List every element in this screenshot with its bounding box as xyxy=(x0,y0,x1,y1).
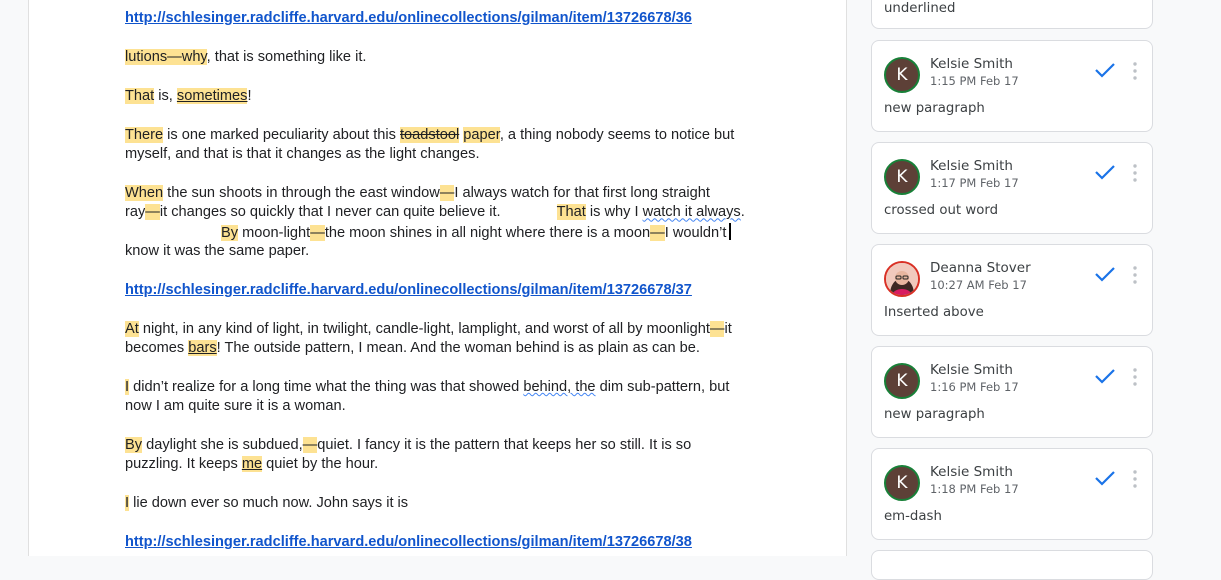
highlighted-underlined-text[interactable]: bars xyxy=(188,340,217,357)
portrait-icon xyxy=(886,263,918,295)
highlighted-em-dash[interactable]: — xyxy=(145,204,160,221)
comment-text: crossed out word xyxy=(884,203,999,218)
highlighted-em-dash[interactable]: — xyxy=(310,224,325,241)
comment-card[interactable]: K Kelsie Smith 1:18 PM Feb 17 em-dash xyxy=(871,448,1153,540)
comment-card[interactable]: Deanna Stover 10:27 AM Feb 17 Inserted a… xyxy=(871,244,1153,336)
comment-card[interactable]: K Kelsie Smith 1:16 PM Feb 17 new paragr… xyxy=(871,346,1153,438)
comment-text: em-dash xyxy=(884,509,942,524)
comment-author: Kelsie Smith xyxy=(930,464,1013,480)
highlighted-underlined-text[interactable]: sometimes xyxy=(176,88,248,104)
highlighted-em-dash[interactable]: — xyxy=(650,224,665,241)
archive-link-37[interactable]: http://schlesinger.radcliffe.harvard.edu… xyxy=(125,282,692,298)
comment-author: Kelsie Smith xyxy=(930,362,1013,378)
comment-author: Deanna Stover xyxy=(930,260,1031,276)
comment-timestamp: 1:16 PM Feb 17 xyxy=(930,380,1019,394)
resolve-check-icon[interactable] xyxy=(1094,265,1116,283)
document-page[interactable]: http://schlesinger.radcliffe.harvard.edu… xyxy=(28,0,847,556)
highlighted-text[interactable]: There xyxy=(125,127,164,143)
text-cursor xyxy=(729,222,732,240)
paragraph-2: That is, sometimes! xyxy=(125,88,252,104)
highlighted-text[interactable]: paper xyxy=(463,127,500,143)
archive-link-36[interactable]: http://schlesinger.radcliffe.harvard.edu… xyxy=(125,10,692,26)
avatar: K xyxy=(884,57,920,93)
avatar: K xyxy=(884,465,920,501)
link-paragraph-36: http://schlesinger.radcliffe.harvard.edu… xyxy=(125,9,765,28)
avatar-photo xyxy=(884,261,920,297)
paragraph-6: I didn’t realize for a long time what th… xyxy=(125,379,730,415)
resolve-check-icon[interactable] xyxy=(1094,367,1116,385)
comment-timestamp: 1:15 PM Feb 17 xyxy=(930,74,1019,88)
paragraph-7: By daylight she is subdued,—quiet. I fan… xyxy=(125,437,692,473)
comment-text: new paragraph xyxy=(884,101,985,116)
comment-card-partial[interactable]: underlined xyxy=(871,0,1153,29)
archive-link-38[interactable]: http://schlesinger.radcliffe.harvard.edu… xyxy=(125,534,692,550)
more-vert-icon[interactable] xyxy=(1130,163,1140,183)
struck-out-word[interactable]: toadstool xyxy=(400,127,460,143)
comment-text: Inserted above xyxy=(884,305,984,320)
highlighted-em-dash[interactable]: — xyxy=(709,321,725,337)
more-vert-icon[interactable] xyxy=(1130,61,1140,81)
comment-card[interactable]: K Kelsie Smith 1:15 PM Feb 17 new paragr… xyxy=(871,40,1153,132)
more-vert-icon[interactable] xyxy=(1130,367,1140,387)
comment-timestamp: 1:17 PM Feb 17 xyxy=(930,176,1019,190)
comment-text: new paragraph xyxy=(884,407,985,422)
link-paragraph-37: http://schlesinger.radcliffe.harvard.edu… xyxy=(125,281,765,300)
highlighted-text[interactable]: By xyxy=(125,437,143,453)
highlighted-text[interactable]: That xyxy=(556,204,586,221)
highlighted-text[interactable]: When xyxy=(125,185,164,201)
resolve-check-icon[interactable] xyxy=(1094,61,1116,79)
comment-author: Kelsie Smith xyxy=(930,56,1013,72)
resolve-check-icon[interactable] xyxy=(1094,469,1116,487)
paragraph-4: When the sun shoots in through the east … xyxy=(125,185,745,260)
highlighted-text[interactable]: That xyxy=(125,88,155,104)
highlighted-text[interactable]: lutions—why xyxy=(125,49,207,65)
more-vert-icon[interactable] xyxy=(1130,265,1140,285)
highlighted-em-dash[interactable]: — xyxy=(302,437,318,453)
highlighted-text[interactable]: By xyxy=(221,224,239,241)
comment-timestamp: 10:27 AM Feb 17 xyxy=(930,278,1027,292)
comment-card-partial-bottom[interactable] xyxy=(871,550,1153,580)
comment-author: Kelsie Smith xyxy=(930,158,1013,174)
comment-timestamp: 1:18 PM Feb 17 xyxy=(930,482,1019,496)
highlighted-text[interactable]: At xyxy=(125,321,139,337)
paragraph-5: At night, in any kind of light, in twili… xyxy=(125,321,732,357)
spelling-suggestion[interactable]: behind, the xyxy=(523,379,595,395)
avatar: K xyxy=(884,363,920,399)
comment-card[interactable]: K Kelsie Smith 1:17 PM Feb 17 crossed ou… xyxy=(871,142,1153,234)
highlighted-em-dash[interactable]: — xyxy=(439,185,455,201)
avatar: K xyxy=(884,159,920,195)
link-paragraph-38: http://schlesinger.radcliffe.harvard.edu… xyxy=(125,533,765,552)
more-vert-icon[interactable] xyxy=(1130,469,1140,489)
paragraph-3: There is one marked peculiarity about th… xyxy=(125,127,735,163)
highlighted-underlined-text[interactable]: me xyxy=(241,456,263,473)
spelling-suggestion[interactable]: watch it always xyxy=(643,204,741,220)
resolve-check-icon[interactable] xyxy=(1094,163,1116,181)
comment-text: underlined xyxy=(884,1,956,16)
paragraph-8: I lie down ever so much now. John says i… xyxy=(125,495,409,511)
paragraph-1: lutions—why, that is something like it. xyxy=(125,49,367,65)
